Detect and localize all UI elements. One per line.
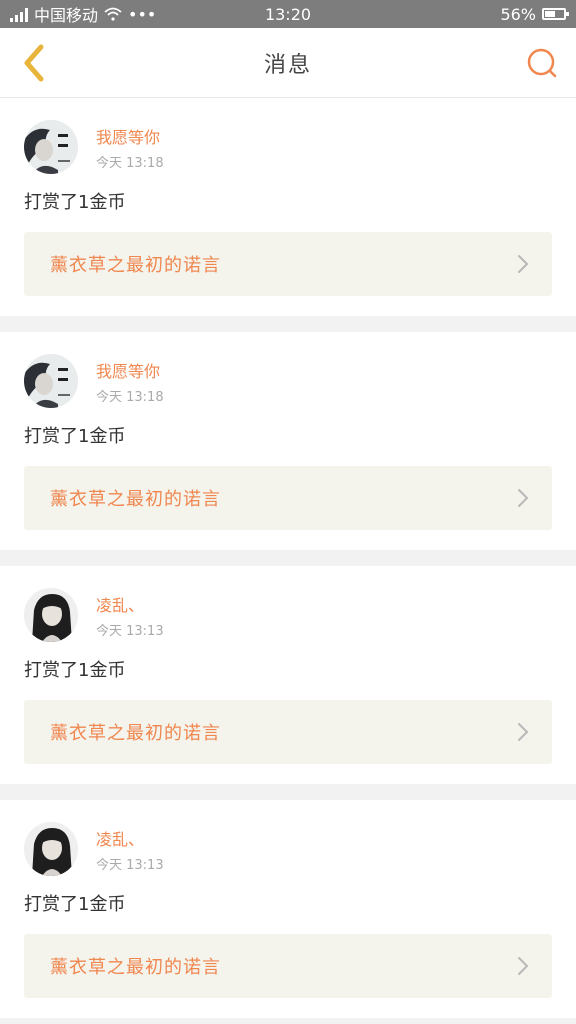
message-text: 打赏了1金币 (24, 894, 126, 915)
user-meta: 我愿等你 今天 13:18 (96, 358, 164, 405)
message-header: 我愿等你 今天 13:18 (24, 354, 552, 408)
user-meta: 凌乱、 今天 13:13 (96, 592, 164, 639)
avatar-boy-image (24, 120, 78, 174)
avatar-girl-image (24, 588, 78, 642)
avatar[interactable] (24, 120, 78, 174)
signal-strength-icon (10, 6, 28, 22)
message-card: 凌乱、 今天 13:13 打赏了1金币 薰衣草之最初的诺言 (0, 566, 576, 784)
book-title: 薰衣草之最初的诺言 (50, 957, 221, 978)
top-nav-bar: 消息 (0, 28, 576, 98)
timestamp: 今天 13:13 (96, 623, 164, 639)
message-text: 打赏了1金币 (24, 426, 126, 447)
book-link[interactable]: 薰衣草之最初的诺言 (24, 934, 552, 998)
battery-percent: 56% (500, 4, 536, 24)
book-title: 薰衣草之最初的诺言 (50, 255, 221, 276)
book-title: 薰衣草之最初的诺言 (50, 489, 221, 510)
user-meta: 我愿等你 今天 13:18 (96, 124, 164, 171)
username[interactable]: 我愿等你 (96, 358, 164, 382)
book-link[interactable]: 薰衣草之最初的诺言 (24, 466, 552, 530)
avatar[interactable] (24, 354, 78, 408)
message-header: 我愿等你 今天 13:18 (24, 120, 552, 174)
more-dots: ••• (128, 4, 157, 24)
book-link[interactable]: 薰衣草之最初的诺言 (24, 232, 552, 296)
chevron-right-icon (518, 723, 529, 741)
search-button[interactable] (522, 43, 562, 83)
carrier-name: 中国移动 (34, 6, 99, 25)
username[interactable]: 凌乱、 (96, 592, 164, 616)
message-card: 凌乱、 今天 13:13 打赏了1金币 薰衣草之最初的诺言 (0, 800, 576, 1018)
timestamp: 今天 13:18 (96, 155, 164, 171)
search-icon (527, 48, 557, 77)
chevron-left-icon (24, 44, 44, 81)
status-bar: 中国移动 ••• 13:20 56% (0, 0, 576, 28)
chevron-right-icon (518, 957, 529, 975)
avatar[interactable] (24, 822, 78, 876)
book-link[interactable]: 薰衣草之最初的诺言 (24, 700, 552, 764)
avatar[interactable] (24, 588, 78, 642)
message-card: 我愿等你 今天 13:18 打赏了1金币 薰衣草之最初的诺言 (0, 98, 576, 316)
message-header: 凌乱、 今天 13:13 (24, 822, 552, 876)
chevron-right-icon (518, 489, 529, 507)
status-right: 56% (500, 4, 569, 24)
wifi-icon (104, 7, 122, 21)
message-text: 打赏了1金币 (24, 192, 126, 213)
timestamp: 今天 13:13 (96, 857, 164, 873)
chevron-right-icon (518, 255, 529, 273)
avatar-boy-image (24, 354, 78, 408)
timestamp: 今天 13:18 (96, 389, 164, 405)
avatar-girl-image (24, 822, 78, 876)
message-list: 我愿等你 今天 13:18 打赏了1金币 薰衣草之最初的诺言 我愿等你 今天 1… (0, 98, 576, 1018)
page-title: 消息 (263, 52, 312, 78)
book-title: 薰衣草之最初的诺言 (50, 723, 221, 744)
message-card: 我愿等你 今天 13:18 打赏了1金币 薰衣草之最初的诺言 (0, 332, 576, 550)
username[interactable]: 我愿等你 (96, 124, 164, 148)
user-meta: 凌乱、 今天 13:13 (96, 826, 164, 873)
battery-icon (542, 8, 569, 20)
message-header: 凌乱、 今天 13:13 (24, 588, 552, 642)
back-button[interactable] (14, 43, 54, 83)
status-left: 中国移动 ••• (10, 2, 156, 26)
message-text: 打赏了1金币 (24, 660, 126, 681)
username[interactable]: 凌乱、 (96, 826, 164, 850)
